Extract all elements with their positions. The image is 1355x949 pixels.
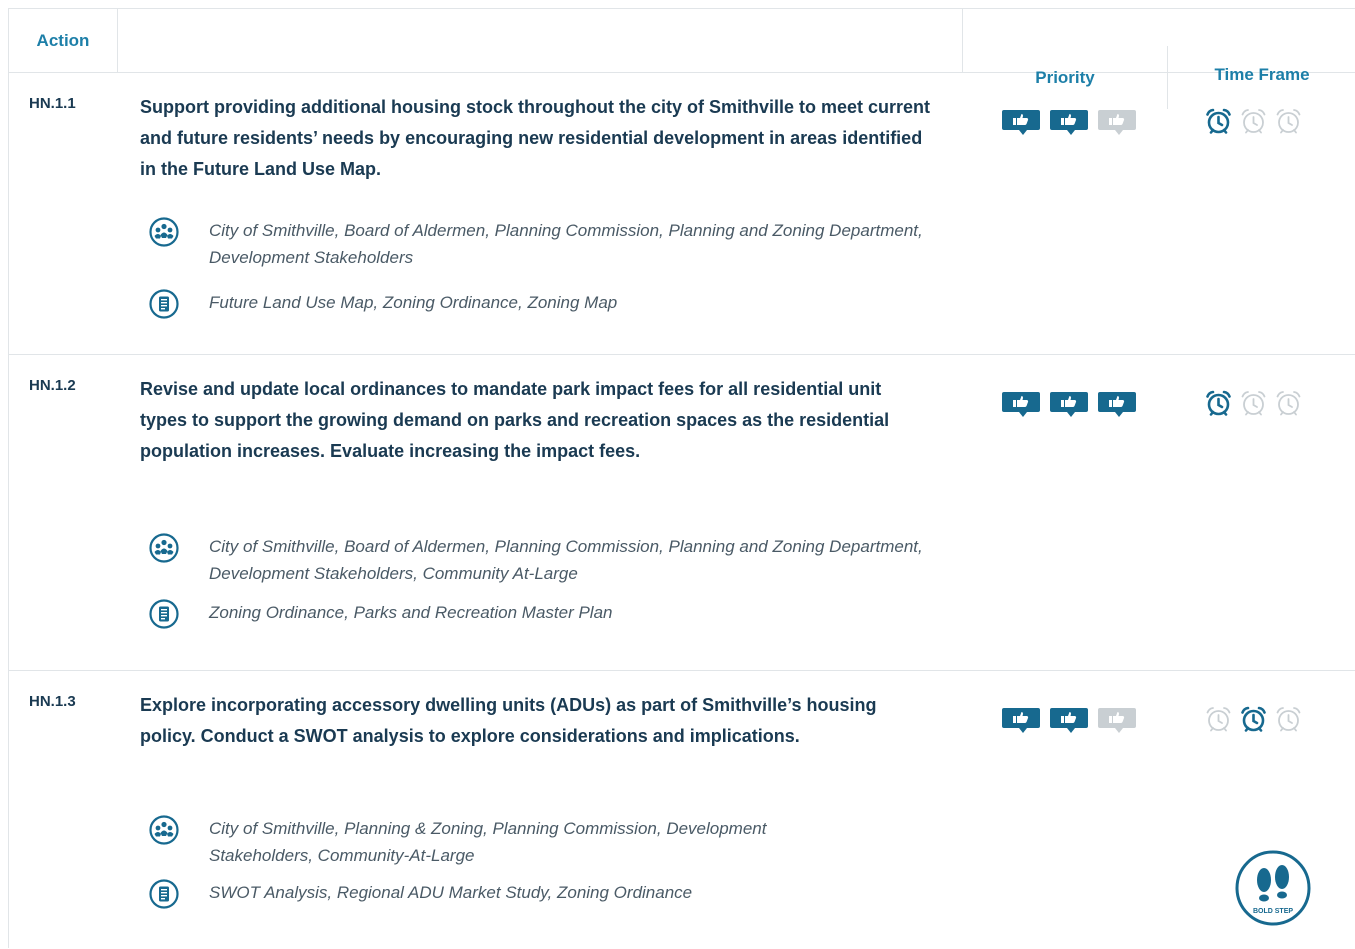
resources-text: Zoning Ordinance, Parks and Recreation M… — [209, 603, 613, 622]
thumbs-up-icon — [1098, 110, 1136, 135]
document-icon — [149, 289, 179, 319]
partners-line: City of Smithville, Board of Aldermen, P… — [149, 533, 929, 587]
partners-icon — [149, 217, 179, 247]
thumbs-up-icon — [1002, 708, 1040, 733]
thumbs-up-icon — [1098, 708, 1136, 733]
document-icon — [149, 599, 179, 629]
resources-text: SWOT Analysis, Regional ADU Market Study… — [209, 883, 693, 902]
thumbs-up-icon — [1050, 392, 1088, 417]
action-id: HN.1.3 — [29, 693, 76, 710]
thumbs-up-icon — [1098, 392, 1136, 417]
bold-step-label: BOLD STEP — [1253, 908, 1293, 915]
partners-icon — [149, 815, 179, 845]
action-table: Action Priority Time Frame HN.1.1 Suppor… — [8, 8, 1355, 948]
partners-text: City of Smithville, Board of Aldermen, P… — [209, 221, 923, 267]
alarm-clock-icon — [1206, 707, 1231, 732]
bold-step-badge: BOLD STEP — [1235, 850, 1311, 926]
footprints-icon: BOLD STEP — [1235, 850, 1311, 926]
alarm-clock-icon — [1276, 391, 1301, 416]
thumbs-up-icon — [1050, 110, 1088, 135]
thumbs-up-icon — [1002, 392, 1040, 417]
time-frame-rating — [1204, 107, 1303, 136]
priority-rating — [1002, 392, 1136, 418]
alarm-clock-icon — [1241, 706, 1266, 732]
action-id: HN.1.2 — [29, 377, 76, 394]
partners-text: City of Smithville, Board of Aldermen, P… — [209, 537, 923, 583]
action-title: Revise and update local ordinances to ma… — [140, 379, 890, 461]
alarm-clock-icon — [1241, 109, 1266, 134]
resources-text: Future Land Use Map, Zoning Ordinance, Z… — [209, 293, 618, 312]
header-action: Action — [9, 9, 118, 72]
alarm-clock-icon — [1276, 707, 1301, 732]
partners-icon — [149, 533, 179, 563]
partners-line: City of Smithville, Planning & Zoning, P… — [149, 815, 769, 869]
partners-text: City of Smithville, Planning & Zoning, P… — [209, 819, 767, 865]
header-description — [118, 9, 963, 72]
table-row: HN.1.3 Explore incorporating accessory d… — [9, 671, 1355, 949]
resources-line: Future Land Use Map, Zoning Ordinance, Z… — [149, 289, 929, 319]
partners-line: City of Smithville, Board of Aldermen, P… — [149, 217, 929, 271]
priority-rating — [1002, 708, 1136, 734]
action-id: HN.1.1 — [29, 95, 76, 112]
alarm-clock-icon — [1206, 390, 1231, 416]
thumbs-up-icon — [1050, 708, 1088, 733]
alarm-clock-icon — [1241, 391, 1266, 416]
priority-rating — [1002, 110, 1136, 136]
table-row: HN.1.2 Revise and update local ordinance… — [9, 355, 1355, 671]
thumbs-up-icon — [1002, 110, 1040, 135]
alarm-clock-icon — [1276, 109, 1301, 134]
table-row: HN.1.1 Support providing additional hous… — [9, 73, 1355, 355]
resources-line: Zoning Ordinance, Parks and Recreation M… — [149, 599, 929, 629]
time-frame-rating — [1204, 705, 1303, 734]
time-frame-rating — [1204, 389, 1303, 418]
document-icon — [149, 879, 179, 909]
resources-line: SWOT Analysis, Regional ADU Market Study… — [149, 879, 929, 909]
table-header: Action Priority Time Frame — [9, 9, 1355, 109]
action-title: Support providing additional housing sto… — [140, 97, 931, 179]
alarm-clock-icon — [1206, 108, 1231, 134]
action-title: Explore incorporating accessory dwelling… — [140, 695, 877, 746]
